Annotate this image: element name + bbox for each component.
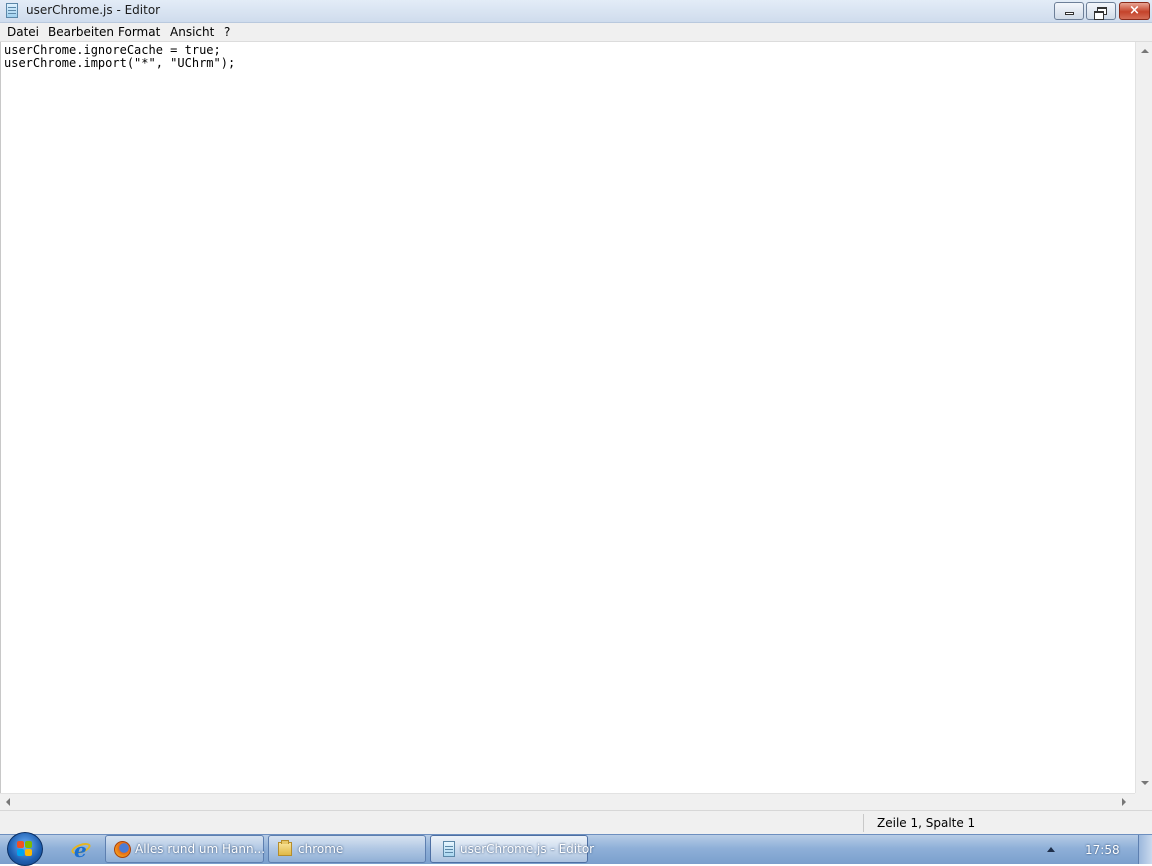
notepad-icon[interactable] (6, 3, 18, 18)
title-bar[interactable]: userChrome.js - Editor × (0, 0, 1152, 23)
status-separator (863, 814, 864, 832)
windows-start-icon (17, 841, 33, 857)
taskbar-label: Alles rund um Hann... (135, 842, 266, 856)
scroll-down-icon[interactable] (1141, 781, 1149, 785)
folder-icon (278, 840, 292, 856)
cursor-position: Zeile 1, Spalte 1 (877, 816, 976, 830)
start-button[interactable] (7, 832, 43, 866)
restore-icon (1094, 7, 1107, 20)
menu-format[interactable]: Format (118, 25, 160, 39)
minimize-button[interactable] (1054, 2, 1084, 20)
editor-textarea[interactable]: userChrome.ignoreCache = true; userChrom… (0, 42, 1135, 793)
vertical-scrollbar[interactable] (1135, 42, 1152, 793)
menu-help[interactable]: ? (224, 25, 230, 39)
window-title: userChrome.js - Editor (26, 3, 161, 17)
taskbar: e Alles rund um Hann... chrome userChrom… (0, 832, 1152, 866)
scroll-right-icon[interactable] (1122, 798, 1126, 806)
scroll-up-icon[interactable] (1141, 49, 1149, 53)
clock[interactable]: 17:58 (1085, 843, 1120, 857)
tray-expand-icon[interactable] (1047, 847, 1055, 852)
taskbar-button-chrome-folder[interactable]: chrome (268, 835, 426, 863)
firefox-icon (114, 841, 131, 858)
close-button[interactable]: × (1119, 2, 1150, 20)
minimize-icon (1065, 12, 1074, 15)
code-line-2[interactable]: userChrome.import("*", "UChrm"); (4, 57, 235, 70)
taskbar-button-editor[interactable]: userChrome.js - Editor (430, 835, 594, 863)
taskbar-button-firefox[interactable]: Alles rund um Hann... (105, 835, 266, 863)
menu-bar: Datei Bearbeiten Format Ansicht ? (0, 23, 1152, 42)
maximize-button[interactable] (1086, 2, 1116, 20)
horizontal-scrollbar[interactable] (0, 793, 1135, 810)
status-bar: Zeile 1, Spalte 1 (0, 810, 1152, 834)
scroll-left-icon[interactable] (6, 798, 10, 806)
close-icon: × (1129, 3, 1140, 18)
taskbar-label: chrome (298, 842, 344, 856)
menu-datei[interactable]: Datei (7, 25, 39, 39)
scrollbar-corner (1135, 793, 1152, 810)
taskbar-label: userChrome.js - Editor (460, 842, 595, 856)
menu-ansicht[interactable]: Ansicht (170, 25, 214, 39)
menu-bearbeiten[interactable]: Bearbeiten (48, 25, 114, 39)
notepad-icon (443, 841, 455, 857)
internet-explorer-icon[interactable]: e (70, 838, 92, 862)
show-desktop-button[interactable] (1138, 835, 1152, 864)
